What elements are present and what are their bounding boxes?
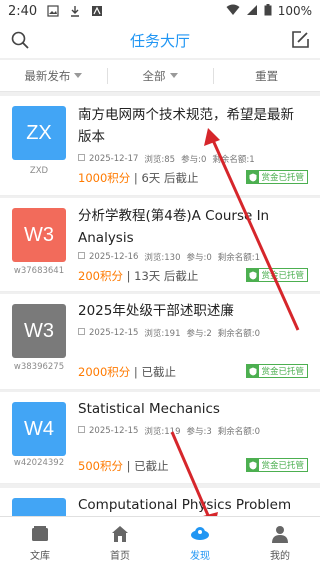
- discover-icon: [191, 526, 209, 540]
- task-deadline: | 6天 后截止: [130, 171, 199, 185]
- download-icon: [67, 4, 83, 18]
- shield-icon: [247, 269, 260, 281]
- task-reward: 2000积分 | 已截止: [78, 364, 176, 380]
- avatar: W3: [12, 304, 66, 358]
- shield-icon: [247, 365, 260, 377]
- caret-down-icon: [169, 73, 178, 78]
- filter-category-label: 全部: [142, 68, 166, 83]
- task-participants: 参与:0: [181, 155, 207, 165]
- task-deadline: | 已截止: [122, 459, 169, 473]
- task-date: 2025-12-17: [89, 154, 139, 164]
- filter-category-dropdown[interactable]: 全部: [106, 60, 214, 91]
- filter-bar: 最新发布 全部 重置: [0, 60, 320, 92]
- tab-home[interactable]: 首页: [80, 517, 160, 568]
- filter-reset-label: 重置: [255, 68, 279, 83]
- shield-icon: [247, 459, 260, 471]
- battery-level: 100%: [277, 4, 312, 18]
- task-remaining: 剩余名额:1: [212, 155, 255, 165]
- caret-down-icon: [74, 73, 83, 78]
- compose-icon[interactable]: [290, 30, 310, 50]
- task-points: 2000积分: [78, 365, 131, 379]
- task-username: ZXD: [29, 166, 49, 176]
- calendar-icon: [78, 154, 85, 161]
- task-username: w42024392: [13, 458, 65, 468]
- task-points: 500积分: [78, 459, 123, 473]
- task-deadline: | 13天 后截止: [122, 269, 199, 283]
- task-remaining: 剩余名额:1: [217, 253, 261, 263]
- filter-sort-dropdown[interactable]: 最新发布: [0, 60, 107, 91]
- tab-library-label: 文库: [30, 550, 50, 562]
- task-reward: 500积分 | 已截止: [78, 458, 169, 474]
- battery-icon: [264, 3, 272, 19]
- task-views: 浏览:85: [144, 155, 176, 165]
- home-icon: [112, 525, 128, 542]
- task-card[interactable]: W3 w37683641 分析学教程(第4卷)A Course In Analy…: [0, 198, 320, 292]
- task-deadline: | 已截止: [130, 365, 176, 379]
- task-card[interactable]: W4 w42024392 Statistical Mechanics 2025-…: [0, 392, 320, 484]
- task-card[interactable]: W3 w38396275 2025年处级干部述职述廉 2025-12-15 浏览…: [0, 294, 320, 390]
- status-time: 2:40: [8, 3, 38, 19]
- task-title: Statistical Mechanics: [78, 401, 220, 417]
- task-meta: 2025-12-17 浏览:85 参与:0 剩余名额:1: [78, 153, 255, 165]
- escrow-badge-label: 赏金已托管: [261, 173, 304, 183]
- wifi-icon: [226, 4, 240, 19]
- signal-icon: [246, 4, 258, 19]
- task-card[interactable]: ZX ZXD 南方电网两个技术规范，希望是最新版本 2025-12-17 浏览:…: [0, 96, 320, 196]
- task-remaining: 剩余名额:0: [217, 329, 261, 339]
- escrow-badge: 赏金已托管: [246, 364, 308, 378]
- task-meta: 2025-12-15 浏览:191 参与:2 剩余名额:0: [78, 327, 260, 339]
- task-meta: 2025-12-16 浏览:130 参与:0 剩余名额:1: [78, 251, 260, 263]
- escrow-badge: 赏金已托管: [246, 458, 308, 472]
- avatar: W3: [12, 208, 66, 262]
- escrow-badge-label: 赏金已托管: [261, 367, 304, 377]
- app-notification-icon: [89, 4, 105, 18]
- calendar-icon: [78, 328, 85, 335]
- tab-discover-label: 发现: [190, 550, 210, 562]
- task-username: w38396275: [13, 362, 65, 372]
- task-date: 2025-12-15: [89, 426, 139, 436]
- task-date: 2025-12-16: [89, 252, 139, 262]
- escrow-badge: 赏金已托管: [246, 170, 308, 184]
- bottom-tab-bar: 文库 首页 发现 我的: [0, 516, 320, 568]
- task-views: 浏览:191: [144, 329, 181, 339]
- task-reward: 1000积分 | 6天 后截止: [78, 170, 198, 186]
- tab-home-label: 首页: [110, 550, 130, 562]
- task-participants: 参与:3: [186, 427, 212, 437]
- calendar-icon: [78, 426, 85, 433]
- task-date: 2025-12-15: [89, 328, 139, 338]
- task-views: 浏览:130: [144, 253, 181, 263]
- task-title: 分析学教程(第4卷)A Course In Analysis: [78, 208, 270, 246]
- page-title: 任务大厅: [129, 31, 190, 50]
- calendar-icon: [78, 252, 85, 259]
- task-views: 浏览:119: [144, 427, 181, 437]
- task-participants: 参与:2: [186, 329, 212, 339]
- tab-discover[interactable]: 发现: [160, 517, 240, 568]
- filter-reset-button[interactable]: 重置: [213, 60, 320, 91]
- escrow-badge-label: 赏金已托管: [261, 271, 304, 281]
- task-remaining: 剩余名额:0: [217, 427, 261, 437]
- task-meta: 2025-12-15 浏览:119 参与:3 剩余名额:0: [78, 425, 260, 437]
- shield-icon: [247, 171, 260, 183]
- filter-sort-label: 最新发布: [24, 68, 71, 83]
- tab-library[interactable]: 文库: [0, 517, 80, 568]
- search-icon[interactable]: [10, 30, 30, 50]
- tab-profile-label: 我的: [270, 550, 290, 562]
- escrow-badge: 赏金已托管: [246, 268, 308, 282]
- avatar: ZX: [12, 106, 66, 160]
- task-points: 200积分: [78, 269, 123, 283]
- escrow-badge-label: 赏金已托管: [261, 461, 304, 471]
- avatar: W4: [12, 402, 66, 456]
- task-reward: 200积分 | 13天 后截止: [78, 268, 198, 284]
- task-participants: 参与:0: [186, 253, 212, 263]
- library-icon: [32, 525, 48, 541]
- task-title: 2025年处级干部述职述廉: [78, 303, 234, 319]
- app-header: 任务大厅: [0, 22, 320, 58]
- tab-profile[interactable]: 我的: [240, 517, 320, 568]
- task-username: w37683641: [13, 266, 65, 276]
- profile-icon: [272, 525, 288, 543]
- gallery-icon: [45, 4, 61, 18]
- status-bar: 2:40 100%: [0, 0, 320, 22]
- task-points: 1000积分: [78, 171, 131, 185]
- task-title: 南方电网两个技术规范，希望是最新版本: [78, 107, 294, 145]
